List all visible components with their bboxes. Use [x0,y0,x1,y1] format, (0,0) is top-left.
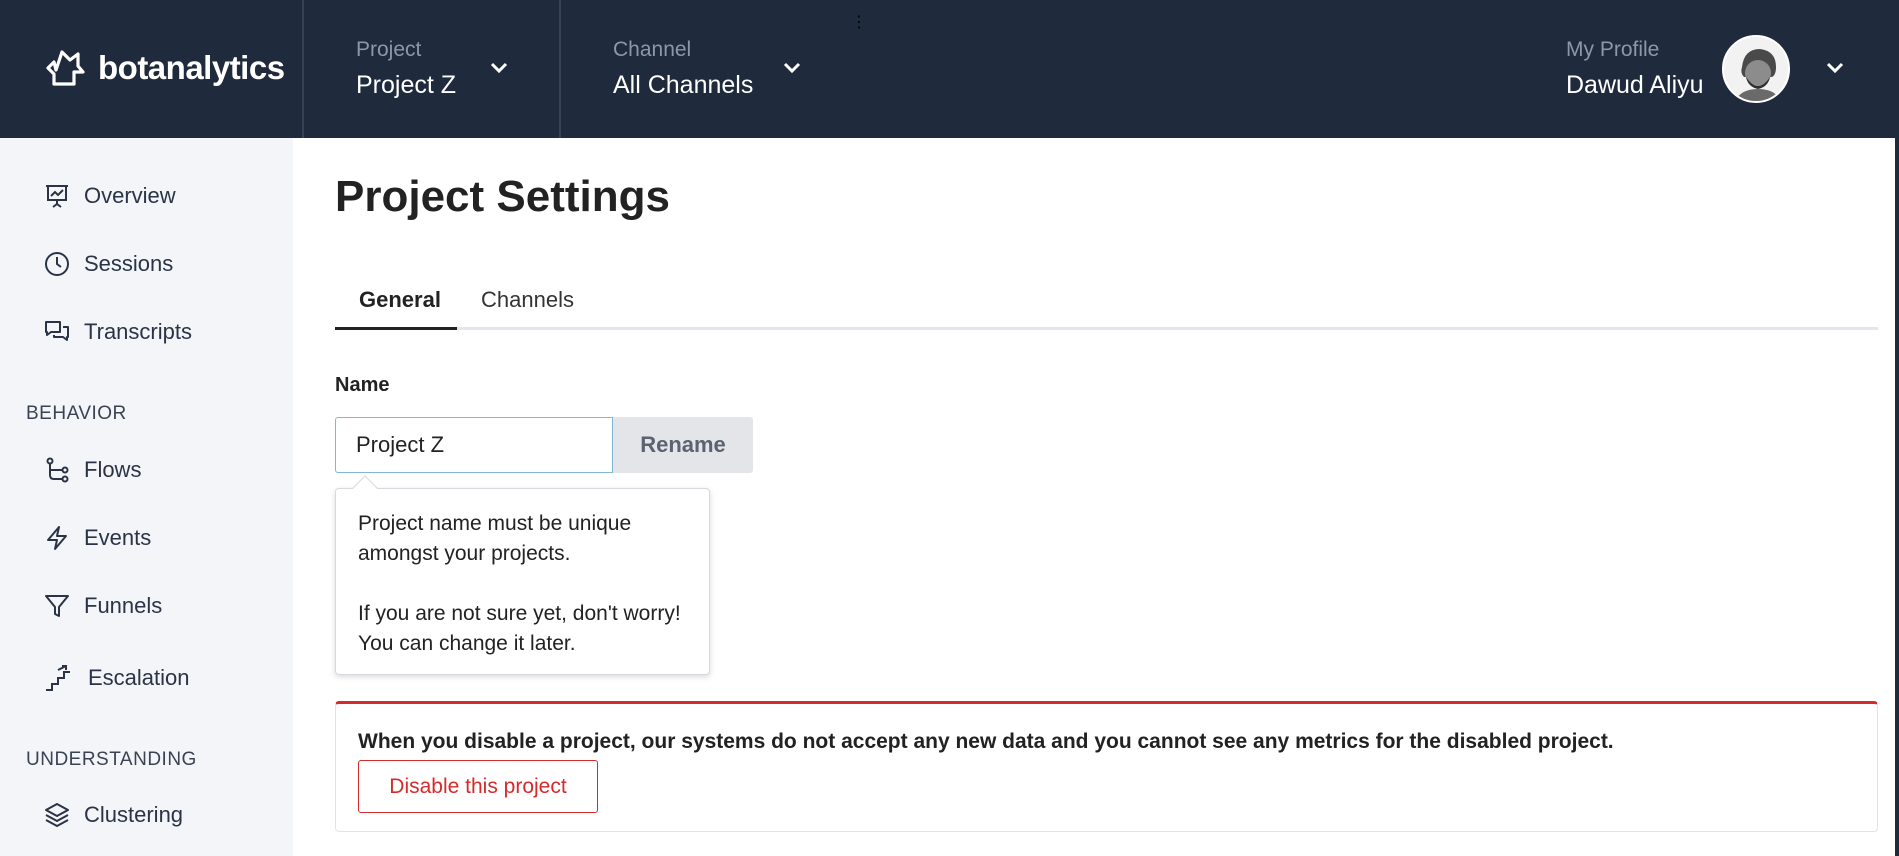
brand-name: botanalytics [98,49,285,86]
project-name-input[interactable] [335,417,613,473]
danger-zone-box: When you disable a project, our systems … [335,701,1878,832]
text-cursor-mark: ⋮ [851,14,867,31]
channel-caption: Channel [613,38,692,61]
profile-caption: My Profile [1566,38,1660,61]
profile-menu[interactable]: My Profile Dawud Aliyu [1566,36,1704,102]
tab-channels[interactable]: Channels [481,282,574,330]
window-edge [1895,0,1899,856]
disable-warning-text: When you disable a project, our systems … [358,730,1614,753]
sidebar-item-overview[interactable]: Overview [44,183,176,209]
sidebar-item-events[interactable]: Events [44,525,151,551]
brand-logo[interactable]: botanalytics [44,46,285,90]
channel-selector[interactable]: Channel All Channels [613,36,753,102]
user-avatar-icon [1724,37,1788,101]
disable-project-button[interactable]: Disable this project [358,760,598,813]
logo-icon [46,50,85,86]
sidebar-item-label: Flows [84,457,142,482]
sidebar-item-label: Clustering [84,802,184,827]
section-label-behavior: BEHAVIOR [26,403,127,424]
avatar[interactable] [1722,35,1790,103]
chevron-down-icon[interactable] [1826,62,1844,74]
tooltip-arrow [352,475,378,501]
sidebar-item-funnels[interactable]: Funnels [44,593,162,619]
tooltip-text-2: If you are not sure yet, don't worry! Yo… [358,602,681,655]
lightning-icon [47,526,67,550]
channel-value: All Channels [613,71,754,99]
sidebar-item-sessions[interactable]: Sessions [44,251,173,277]
sidebar-item-label: Overview [84,183,176,208]
presentation-chart-icon [46,185,68,208]
layers-icon [45,803,69,827]
sidebar-item-transcripts[interactable]: Transcripts [44,319,192,345]
sidebar: Overview Sessions Transcripts BEHAVIOR F… [0,138,293,856]
chevron-down-icon[interactable] [783,62,801,74]
active-tab-indicator [335,327,457,330]
sidebar-item-label: Escalation [88,665,190,690]
sidebar-item-label: Events [84,525,152,550]
tooltip-text-1: Project name must be unique amongst your… [358,512,632,565]
header-divider [302,0,304,138]
stairs-icon [46,665,70,691]
project-value: Project Z [356,71,457,99]
sidebar-item-escalation[interactable]: Escalation [44,664,190,692]
sidebar-item-label: Funnels [84,593,163,618]
chevron-down-icon[interactable] [490,62,508,74]
name-field-label: Name [335,374,390,396]
tab-general[interactable]: General [359,282,441,330]
sidebar-item-clustering[interactable]: Clustering [44,802,183,828]
section-label-understanding: UNDERSTANDING [26,749,197,770]
sidebar-item-label: Sessions [84,251,174,276]
flow-icon [46,457,69,483]
settings-tabs: General Channels [335,282,1878,330]
clock-icon [45,252,69,276]
rename-button[interactable]: Rename [613,417,753,473]
project-caption: Project [356,38,422,61]
project-selector[interactable]: Project Project Z [356,36,456,102]
profile-name: Dawud Aliyu [1566,71,1704,99]
chat-bubbles-icon [45,321,69,341]
sidebar-item-label: Transcripts [84,319,192,344]
top-header: botanalytics Project Project Z Channel A… [0,0,1899,138]
page-title: Project Settings [335,172,670,221]
name-help-tooltip: Project name must be unique amongst your… [335,475,710,675]
header-divider [559,0,561,138]
sidebar-item-flows[interactable]: Flows [44,457,141,483]
funnel-icon [45,595,69,617]
